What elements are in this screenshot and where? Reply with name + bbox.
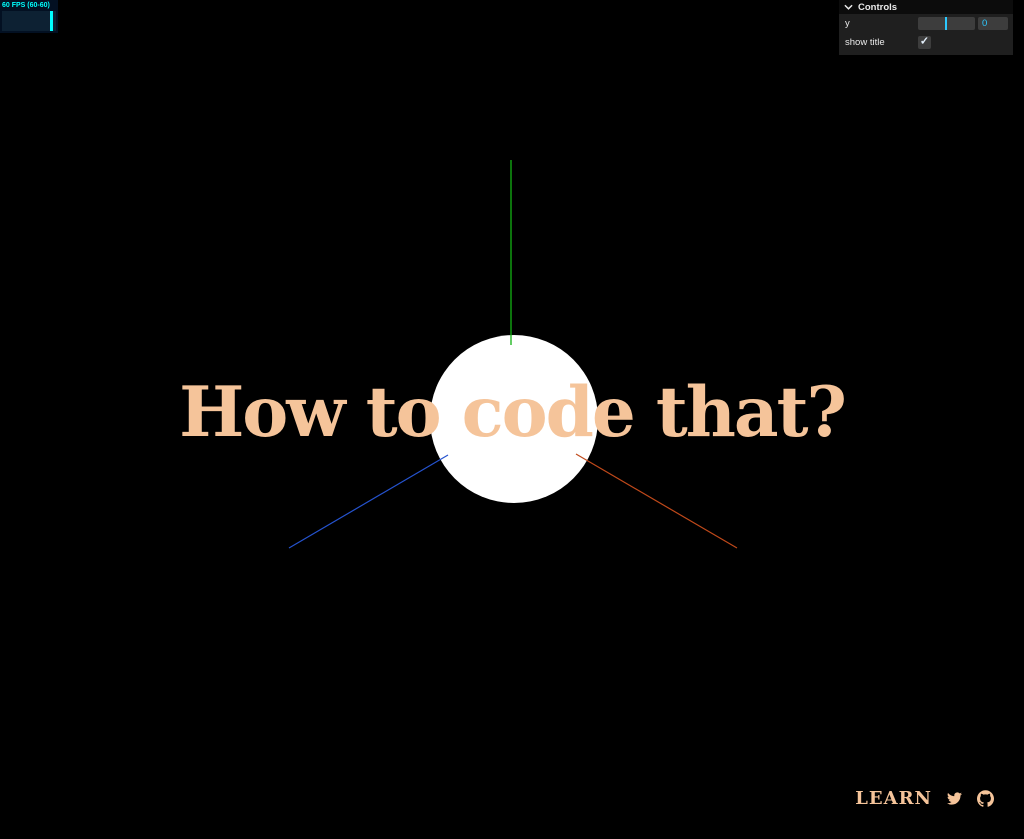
y-control-row: y 0 xyxy=(839,14,1013,33)
show-title-checkbox[interactable]: ✓ xyxy=(918,36,931,49)
show-title-label: show title xyxy=(845,37,885,48)
y-slider[interactable] xyxy=(918,17,975,30)
controls-panel-body: y 0 show title ✓ xyxy=(839,14,1013,55)
twitter-icon[interactable] xyxy=(946,791,963,806)
scene-title: How to code that? xyxy=(179,372,847,453)
controls-panel-title: Controls xyxy=(858,1,898,13)
fps-graph xyxy=(2,11,56,31)
fps-readout: 60 FPS (60-60) xyxy=(2,2,50,9)
checkmark-icon: ✓ xyxy=(919,35,930,48)
fps-stats-panel[interactable]: 60 FPS (60-60) xyxy=(0,0,58,33)
fps-graph-bar xyxy=(50,11,53,31)
controls-panel: Controls y 0 show title ✓ xyxy=(839,0,1013,55)
y-slider-indicator xyxy=(945,17,948,30)
chevron-down-icon xyxy=(844,4,853,10)
y-number-input[interactable]: 0 xyxy=(978,17,1008,30)
threejs-canvas[interactable]: How to code that? xyxy=(0,0,1024,839)
github-icon[interactable] xyxy=(977,790,994,807)
axis-x-line xyxy=(575,453,738,549)
axis-z-line xyxy=(288,454,449,549)
controls-panel-header[interactable]: Controls xyxy=(839,0,1013,14)
learn-link[interactable]: LEARN xyxy=(855,788,932,809)
footer-links: LEARN xyxy=(855,788,994,809)
show-title-control-row: show title ✓ xyxy=(839,33,1013,52)
y-label: y xyxy=(845,18,850,29)
